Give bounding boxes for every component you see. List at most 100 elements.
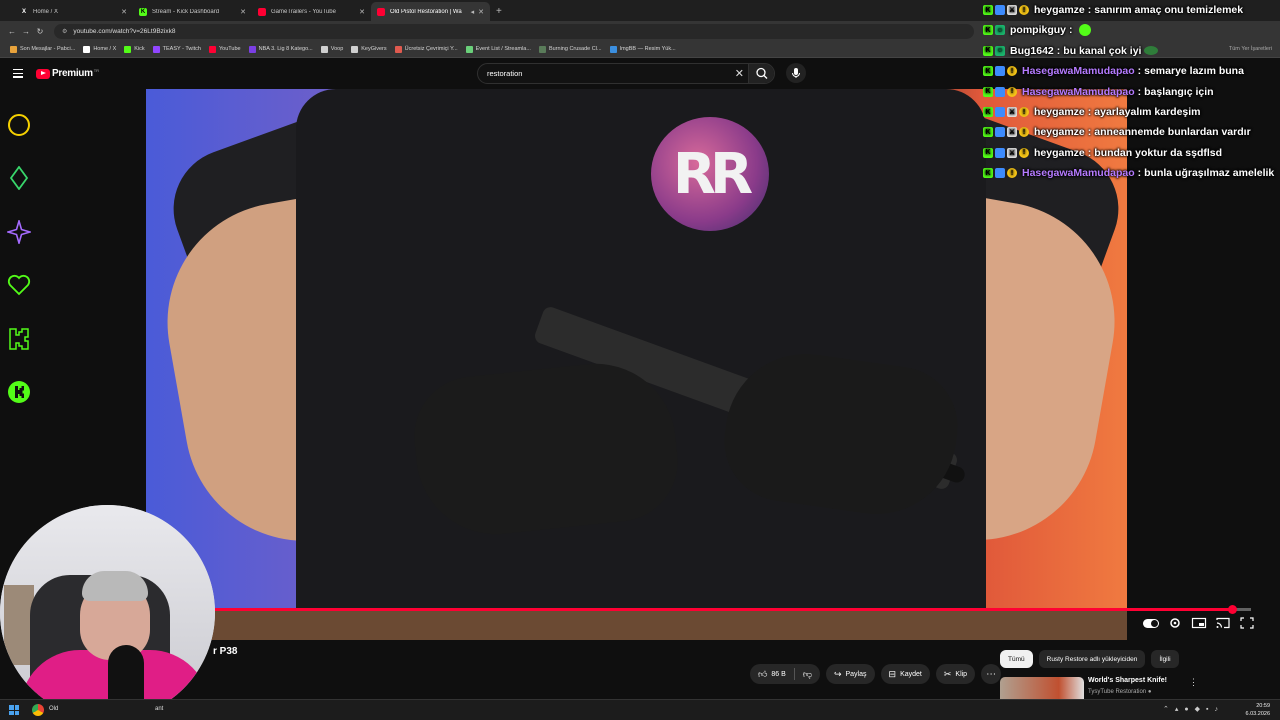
chat-message: K! HasegawaMamudapao: bunla uğraşılmaz ame… — [983, 164, 1274, 182]
chat-message: K! HasegawaMamudapao: semarye lazım buna — [983, 62, 1244, 80]
chip-related[interactable]: İlgili — [1151, 650, 1179, 668]
bookmark-icon — [208, 45, 216, 53]
sub-badge-icon — [995, 127, 1005, 138]
reload-icon[interactable]: ↻ — [34, 27, 46, 36]
chat-text: ayarlayalım kardeşim — [1094, 106, 1201, 118]
bookmark[interactable]: Voop — [320, 45, 343, 53]
youtube-logo[interactable]: Premium TR — [36, 68, 99, 79]
scrubber-handle[interactable] — [1228, 605, 1238, 614]
chat-username[interactable]: heygamze — [1034, 4, 1085, 16]
close-icon[interactable]: ✕ — [359, 8, 365, 16]
diamond-icon — [9, 166, 29, 190]
browser-tab-active[interactable]: Old Pistol Restoration | Wa ◂ ✕ — [371, 2, 490, 21]
bookmark-label: NBA 3. Lig 8 Katego... — [258, 46, 313, 52]
browser-tab[interactable]: X Home / X ✕ — [14, 2, 133, 21]
chat-username[interactable]: Bug1642 — [1010, 45, 1054, 57]
channel-name: TysyTube Restoration — [1088, 689, 1147, 695]
like-count: 86 B — [771, 670, 786, 678]
video-frame-part — [146, 609, 1127, 640]
bookmark-icon — [83, 45, 91, 53]
windows-start-icon[interactable] — [9, 705, 19, 715]
back-icon[interactable]: ← — [6, 27, 18, 36]
audio-icon[interactable]: ◂ — [471, 8, 475, 16]
recommended-title[interactable]: World's Sharpest Knife! — [1088, 677, 1167, 684]
bookmark[interactable]: Kick — [124, 45, 145, 53]
chat-username[interactable]: heygamze — [1034, 147, 1085, 159]
browser-tab[interactable]: GameTrailers - YouTube ✕ — [252, 2, 371, 21]
bookmark[interactable]: Son Mesajlar - Pabci... — [10, 45, 75, 53]
circle-icon — [8, 114, 30, 136]
close-icon[interactable]: ✕ — [240, 8, 246, 16]
close-icon[interactable]: ✕ — [478, 8, 484, 16]
youtube-icon — [258, 7, 266, 16]
chat-username[interactable]: HasegawaMamudapao — [1022, 86, 1135, 98]
new-tab-button[interactable]: + — [496, 6, 502, 17]
kick-badge-icon: K — [983, 107, 993, 117]
video-progress-bar[interactable] — [213, 605, 1251, 614]
coin-badge-icon: ! — [1019, 5, 1029, 15]
menu-icon[interactable] — [13, 69, 23, 80]
sword-badge-icon: ⚔ — [1007, 5, 1017, 15]
recommended-channel[interactable]: TysyTube Restoration ● — [1088, 689, 1151, 695]
browser-tab[interactable]: K Stream - Kick Dashboard ✕ — [133, 2, 252, 21]
chat-username[interactable]: HasegawaMamudapao — [1022, 65, 1135, 77]
clock-time: 20:59 — [1256, 703, 1270, 709]
more-icon[interactable]: ⋮ — [1189, 677, 1198, 688]
chat-username[interactable]: HasegawaMamudapao — [1022, 167, 1135, 179]
like-button[interactable]: 👍︎ 86 B — [750, 664, 794, 684]
bookmark[interactable]: NBA 3. Lig 8 Katego... — [248, 45, 313, 53]
chat-text: semarye lazım buna — [1144, 65, 1244, 78]
sword-badge-icon: ⚔ — [1007, 127, 1017, 138]
coin-badge-icon: ! — [1007, 86, 1017, 97]
voice-search-button[interactable] — [786, 63, 806, 83]
bookmark-label: YouTube — [218, 46, 241, 52]
bookmark[interactable]: Ücretsiz Çevrimiçi Y... — [394, 45, 458, 53]
chat-username[interactable]: heygamze — [1034, 126, 1085, 138]
settings-icon[interactable] — [1167, 617, 1183, 629]
save-button[interactable]: ⊟ Kaydet — [880, 664, 930, 684]
kick-badge-icon: K — [983, 127, 993, 138]
clock[interactable]: 20:59 6.03.2026 — [1246, 702, 1270, 718]
more-actions-button[interactable]: ⋯ — [981, 664, 1002, 684]
bookmark-label: Event List / Streamla... — [475, 46, 531, 52]
bookmark-icon — [394, 45, 402, 53]
bookmark[interactable]: Burning Crusade Cl... — [538, 45, 602, 53]
forward-icon[interactable]: → — [20, 27, 32, 36]
share-label: Paylaş — [845, 670, 867, 678]
brand-label: Premium — [52, 68, 93, 79]
dislike-button[interactable]: 👎︎ — [795, 664, 820, 684]
kick-badge-icon: K — [983, 66, 993, 77]
bookmark-label: Ücretsiz Çevrimiçi Y... — [404, 46, 458, 52]
bookmark[interactable]: TEASY - Twitch — [152, 45, 201, 53]
chat-username[interactable]: pompikguy — [1010, 24, 1066, 36]
bookmark[interactable]: Home / X — [83, 45, 116, 53]
chat-separator: : — [1069, 24, 1073, 37]
close-icon[interactable]: ✕ — [121, 8, 127, 16]
taskbar-app-label[interactable]: Old — [49, 706, 58, 712]
bookmark[interactable]: ImgBB — Resim Yük... — [609, 45, 676, 53]
clear-search-icon[interactable]: ✕ — [735, 67, 744, 80]
url-field[interactable]: ⚙ youtube.com/watch?v=26Lt9Bzixk8 — [54, 23, 974, 39]
chat-separator: : — [1137, 85, 1142, 98]
cast-icon[interactable] — [1215, 617, 1231, 629]
kick-badge-icon: K — [983, 168, 993, 179]
bookmark[interactable]: Event List / Streamla... — [465, 45, 531, 53]
chat-text: sanırım amaç onu temizlemek — [1094, 4, 1244, 16]
bookmark[interactable]: KeyGivers — [351, 45, 387, 53]
search-input[interactable]: restoration ✕ — [477, 63, 775, 84]
bookmark[interactable]: YouTube — [208, 45, 241, 53]
taskbar-app-label[interactable]: ant — [155, 706, 163, 712]
system-tray-icons[interactable]: ⌃▴●◆▪♪ — [1163, 705, 1224, 713]
chrome-icon[interactable] — [32, 704, 44, 716]
like-dislike-group: 👍︎ 86 B 👎︎ — [750, 664, 820, 684]
chip-uploader[interactable]: Rusty Restore adlı yükleyiciden — [1038, 650, 1146, 668]
fullscreen-icon[interactable] — [1239, 617, 1255, 629]
search-button[interactable] — [748, 64, 774, 83]
chat-username[interactable]: heygamze — [1034, 106, 1085, 118]
site-info-icon[interactable]: ⚙ — [62, 28, 67, 35]
miniplayer-icon[interactable] — [1191, 617, 1207, 629]
share-button[interactable]: ↪ Paylaş — [825, 664, 875, 684]
chip-all[interactable]: Tümü — [1000, 650, 1033, 668]
clip-button[interactable]: ✂ Klip — [935, 664, 976, 684]
autoplay-toggle[interactable] — [1143, 618, 1159, 628]
